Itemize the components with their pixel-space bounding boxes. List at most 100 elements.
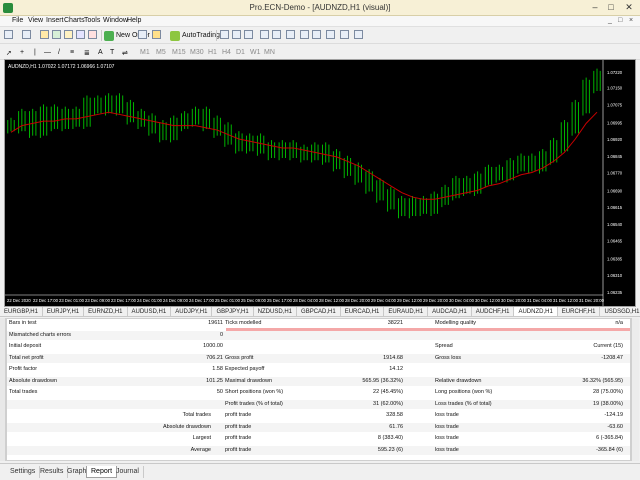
data-window-icon[interactable] — [52, 30, 61, 39]
symbol-tab[interactable]: AUDCAD,H1 — [428, 307, 472, 316]
price-tick-label: 1.06920 — [607, 137, 623, 142]
symbol-tab[interactable]: AUDJPY,H1 — [171, 307, 213, 316]
chart-symbol-header: AUDNZD,H1 1.07022 1.07172 1.06966 1.0710… — [8, 64, 115, 70]
symbol-tab[interactable]: EURAUD,H1 — [384, 307, 429, 316]
report-label: Total net profit — [9, 354, 44, 361]
menu-charts[interactable]: Charts — [64, 17, 85, 24]
drawing-toolbar: ➚ + | — / ≡ ≣ A T ⇌ M1 M5 M15 M30 H1 H4 … — [0, 44, 640, 60]
symbol-tab[interactable]: AUDUSD,H1 — [128, 307, 172, 316]
timeframe-w1[interactable]: W1 — [250, 47, 261, 58]
channel-icon[interactable]: ≡ — [70, 47, 74, 58]
crosshair-icon[interactable]: + — [20, 47, 24, 58]
report-value: 19611 — [208, 320, 223, 326]
chart-shift-icon[interactable] — [312, 30, 321, 39]
strategy-tester-icon[interactable] — [88, 30, 97, 39]
bar-chart-icon[interactable] — [220, 30, 229, 39]
report-row: Average profit trade 595.23 (6) loss trade -… — [7, 445, 630, 455]
toolbar-separator — [216, 30, 217, 41]
minimize-button[interactable]: – — [588, 2, 602, 13]
symbol-tab[interactable]: AUDCHF,H1 — [472, 307, 515, 316]
symbol-tab[interactable]: GBPJPY,H1 — [212, 307, 254, 316]
tile-windows-icon[interactable] — [286, 30, 295, 39]
timeframe-m30[interactable]: M30 — [190, 47, 204, 58]
zoom-in-icon[interactable] — [260, 30, 269, 39]
close-button[interactable]: ✕ — [622, 2, 636, 13]
text-tool-icon[interactable]: A — [98, 47, 103, 58]
timeframe-d1[interactable]: D1 — [236, 47, 245, 58]
timeframe-mn[interactable]: MN — [264, 47, 275, 58]
horizontal-line-icon[interactable]: — — [44, 47, 51, 58]
time-tick-label: 30 Dec 12:00 — [475, 298, 501, 303]
symbol-tab[interactable]: AUDNZD,H1 — [514, 307, 558, 316]
symbol-tab[interactable]: EURGBP,H1 — [0, 307, 43, 316]
symbol-tab[interactable]: EURJPY,H1 — [43, 307, 85, 316]
child-minimize-button[interactable]: _ — [608, 17, 612, 24]
fibonacci-icon[interactable]: ≣ — [84, 47, 90, 58]
symbol-tab[interactable]: GBPCAD,H1 — [297, 307, 341, 316]
terminal-icon[interactable] — [76, 30, 85, 39]
autotrading-button[interactable]: AutoTrading — [170, 30, 220, 41]
symbol-tab[interactable]: NZDUSD,H1 — [254, 307, 298, 316]
menu-help[interactable]: Help — [127, 17, 141, 24]
arrows-tool-icon[interactable]: ⇌ — [122, 47, 128, 58]
report-label: Modelling quality — [435, 320, 476, 326]
time-tick-label: 29 Dec 04:00 — [371, 298, 397, 303]
line-chart-icon[interactable] — [244, 30, 253, 39]
tab-journal[interactable]: Journal — [112, 466, 144, 478]
report-scrollbar[interactable] — [631, 318, 639, 461]
report-label: Profit trades (% of total) — [225, 400, 283, 407]
navigator-icon[interactable] — [64, 30, 73, 39]
symbol-tab[interactable]: EURNZD,H1 — [84, 307, 128, 316]
autoscroll-icon[interactable] — [300, 30, 309, 39]
report-label: Absolute drawdown — [162, 423, 211, 430]
label-tool-icon[interactable]: T — [110, 47, 114, 58]
menu-view[interactable]: View — [28, 17, 43, 24]
time-tick-label: 31 Dec 04:00 — [527, 298, 553, 303]
market-watch-icon[interactable] — [40, 30, 49, 39]
timeframe-h1[interactable]: H1 — [208, 47, 217, 58]
report-value: 31 (62.00%) — [373, 400, 403, 407]
report-label: profit trade — [225, 412, 252, 418]
menu-insert[interactable]: Insert — [46, 17, 64, 24]
trendline-icon[interactable]: / — [58, 47, 60, 58]
report-label: Maximal drawdown — [225, 377, 273, 384]
candlestick-icon[interactable] — [232, 30, 241, 39]
report-value: 595.23 (6) — [377, 446, 403, 453]
menu-file[interactable]: File — [12, 17, 23, 24]
new-chart-icon[interactable] — [4, 30, 13, 39]
symbol-tab[interactable]: USDSGD,H1 — [600, 307, 640, 316]
templates-icon[interactable] — [354, 30, 363, 39]
menu-tools[interactable]: Tools — [84, 17, 100, 24]
report-label: Average — [190, 446, 211, 453]
time-tick-label: 22 Dec 17:00 — [33, 298, 59, 303]
timeframe-m1[interactable]: M1 — [140, 47, 150, 58]
indicators-icon[interactable] — [326, 30, 335, 39]
signals-icon[interactable] — [152, 30, 161, 39]
metaeditor-icon[interactable] — [138, 30, 147, 39]
toolbar-separator — [101, 30, 102, 41]
report-label: Total trades — [9, 389, 38, 395]
timeframe-m5[interactable]: M5 — [156, 47, 166, 58]
report-label: Total trades — [182, 412, 211, 418]
report-value: 1000.00 — [203, 343, 223, 349]
menu-window[interactable]: Window — [103, 17, 128, 24]
report-label: Spread — [435, 343, 453, 349]
cursor-icon[interactable]: ➚ — [6, 47, 12, 58]
zoom-out-icon[interactable] — [272, 30, 281, 39]
child-close-button[interactable]: × — [629, 17, 633, 24]
timeframe-m15[interactable]: M15 — [172, 47, 186, 58]
report-row: Total net profit 706.21 Gross profit 1914.6… — [7, 353, 630, 363]
symbol-tab[interactable]: EURCAD,H1 — [341, 307, 385, 316]
report-label: Gross loss — [435, 354, 461, 361]
timeframe-h4[interactable]: H4 — [222, 47, 231, 58]
profiles-icon[interactable] — [22, 30, 31, 39]
maximize-button[interactable]: □ — [604, 2, 618, 13]
periods-icon[interactable] — [340, 30, 349, 39]
child-restore-button[interactable]: □ — [618, 17, 622, 24]
vertical-line-icon[interactable]: | — [34, 47, 36, 58]
report-label: Long positions (won %) — [435, 389, 493, 395]
symbol-tab[interactable]: EURCHF,H1 — [558, 307, 601, 316]
chart-window[interactable]: 1.07220 1.07150 1.07075 1.06995 1.06920 1.068… — [4, 59, 636, 307]
price-chart[interactable]: 1.07220 1.07150 1.07075 1.06995 1.06920 1.068… — [5, 60, 635, 306]
report-value: 36.32% (565.95) — [582, 377, 623, 384]
